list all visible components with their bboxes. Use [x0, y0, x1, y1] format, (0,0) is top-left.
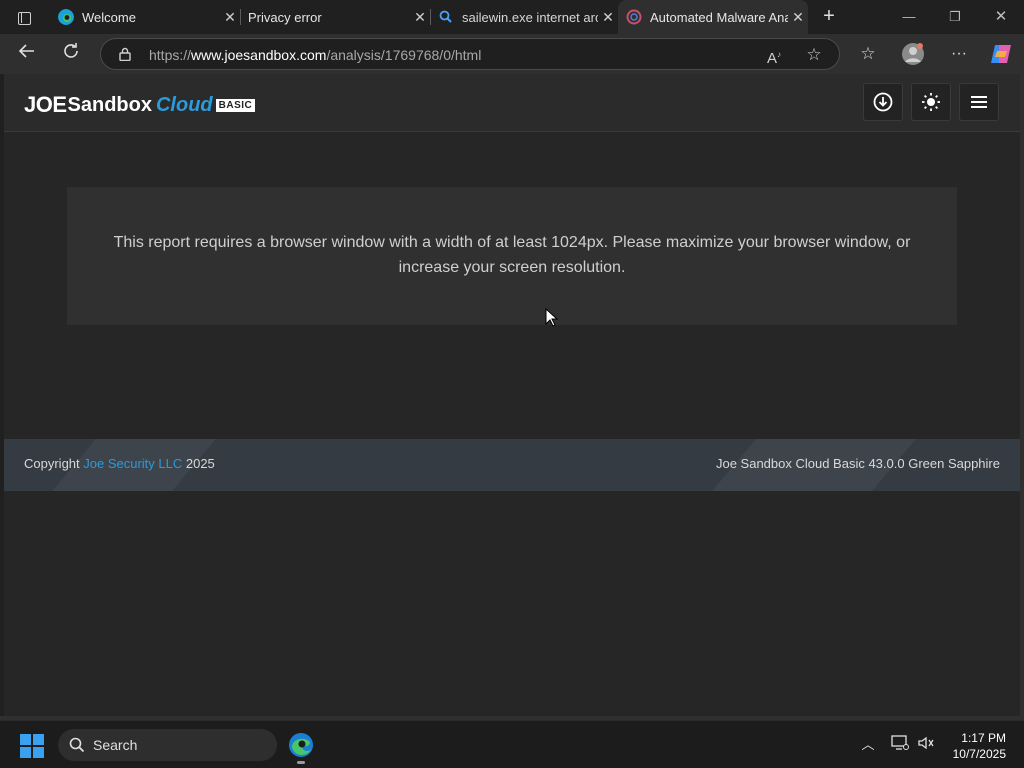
close-tab-icon[interactable]: ✕ [410, 9, 430, 26]
copyright-year: 2025 [182, 456, 215, 471]
tab-title: Automated Malware Analysis [650, 9, 788, 25]
web-page: JOE Sandbox Cloud BASIC This report requ… [4, 74, 1020, 716]
tab-title: sailewin.exe internet archive [462, 9, 598, 25]
browser-toolbar: https://www.joesandbox.com/analysis/1769… [0, 34, 1024, 74]
tab-title: Privacy error [248, 9, 322, 25]
taskbar-clock[interactable]: 1:17 PM 10/7/2025 [953, 730, 1006, 762]
favorites-icon: ☆ [860, 44, 876, 63]
speaker-muted-icon [918, 736, 934, 750]
company-link[interactable]: Joe Security LLC [83, 456, 182, 471]
sun-icon [922, 93, 940, 111]
page-right-edge [1020, 74, 1024, 716]
show-hidden-icons-button[interactable]: ︿ [858, 735, 878, 755]
restore-button[interactable]: ❐ [932, 6, 978, 28]
clock-date: 10/7/2025 [952, 747, 1006, 761]
volume-icon[interactable] [916, 735, 936, 755]
back-button[interactable] [14, 42, 40, 66]
close-tab-icon[interactable]: ✕ [220, 9, 240, 26]
settings-more-button[interactable]: ··· [946, 42, 972, 66]
url-text[interactable]: https://www.joesandbox.com/analysis/1769… [149, 47, 481, 63]
url-path: /analysis/1769768/0/html [326, 47, 482, 63]
favorites-button[interactable]: ☆ [855, 42, 881, 66]
tab-title: Welcome [82, 9, 136, 25]
browser-tab-strip: Welcome ✕ Privacy error ✕ sailewin.exe i… [0, 0, 1024, 34]
ellipsis-icon: ··· [951, 45, 967, 62]
network-icon[interactable] [890, 735, 910, 755]
site-footer: Copyright Joe Security LLC 2025 Joe Sand… [4, 439, 1020, 491]
edge-taskbar-icon[interactable] [288, 732, 314, 758]
url-host: www.joesandbox.com [191, 47, 327, 63]
address-bar[interactable]: https://www.joesandbox.com/analysis/1769… [100, 38, 840, 70]
back-arrow-icon [18, 44, 34, 58]
windows-start-icon[interactable] [20, 734, 44, 758]
refresh-icon [64, 43, 78, 58]
copilot-button[interactable] [988, 42, 1014, 66]
edge-icon [58, 9, 74, 25]
menu-icon [971, 96, 987, 108]
tab-actions-button[interactable] [10, 7, 38, 29]
search-label: Search [93, 737, 138, 753]
download-button[interactable] [863, 83, 903, 121]
site-header: JOE Sandbox Cloud BASIC [4, 74, 1020, 132]
refresh-button[interactable] [58, 42, 84, 66]
footer-version: Joe Sandbox Cloud Basic 43.0.0 Green Sap… [715, 456, 1000, 471]
favorite-star-icon[interactable]: ☆ [804, 45, 824, 65]
close-tab-icon[interactable]: ✕ [788, 9, 808, 26]
logo-joe: JOE [24, 92, 67, 117]
windows-taskbar: Search ︿ 1:17 PM 10/7/2025 [0, 720, 1024, 768]
joesandbox-logo[interactable]: JOE Sandbox Cloud BASIC [24, 92, 256, 118]
logo-sandbox: Sandbox [67, 93, 152, 116]
close-window-button[interactable]: ✕ [978, 6, 1024, 28]
footer-copyright: Copyright Joe Security LLC 2025 [24, 456, 215, 471]
logo-basic-badge: BASIC [215, 98, 256, 112]
tab-privacy-error[interactable]: Privacy error ✕ [240, 0, 431, 34]
monitor-network-icon [891, 735, 909, 750]
logo-cloud: Cloud [155, 93, 213, 116]
joesandbox-icon [626, 9, 642, 25]
search-icon [69, 737, 85, 753]
notice-message: This report requires a browser window wi… [113, 234, 911, 276]
active-app-indicator [297, 761, 305, 764]
search-icon [439, 10, 452, 23]
clock-time: 1:17 PM [961, 731, 1006, 745]
taskbar-search-box[interactable]: Search [58, 729, 277, 761]
chevron-up-icon: ︿ [861, 737, 875, 752]
resolution-notice: This report requires a browser window wi… [67, 187, 957, 325]
tab-automated-malware-analysis[interactable]: Automated Malware Analysis ✕ [618, 0, 808, 34]
copilot-icon [991, 45, 1011, 63]
download-icon [873, 92, 893, 112]
theme-toggle-button[interactable] [911, 83, 951, 121]
tab-actions-icon [17, 11, 31, 25]
profile-button[interactable] [900, 42, 926, 66]
minimize-button[interactable]: — [886, 6, 932, 28]
profile-avatar-icon [902, 43, 924, 65]
hamburger-menu-button[interactable] [959, 83, 999, 121]
read-aloud-icon[interactable]: A♪ [764, 45, 784, 67]
copyright-prefix: Copyright [24, 456, 84, 471]
new-tab-button[interactable]: + [818, 6, 840, 28]
lock-icon[interactable] [119, 47, 131, 61]
tab-welcome[interactable]: Welcome ✕ [50, 0, 241, 34]
mouse-cursor-icon [545, 308, 559, 327]
close-tab-icon[interactable]: ✕ [598, 9, 618, 26]
url-scheme: https:// [149, 47, 192, 63]
tab-search-results[interactable]: sailewin.exe internet archive ✕ [430, 0, 618, 34]
